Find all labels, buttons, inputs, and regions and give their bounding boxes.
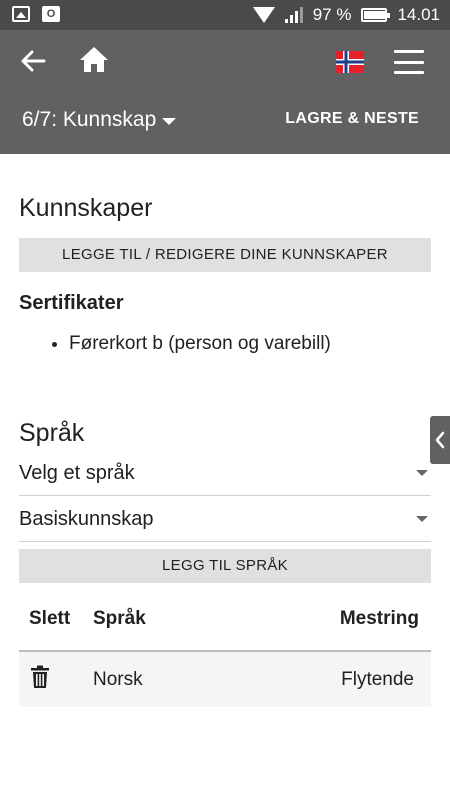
outlook-notification-icon: O	[42, 6, 60, 22]
side-panel-toggle[interactable]	[430, 416, 450, 464]
back-arrow-icon[interactable]	[18, 46, 48, 76]
edit-skills-button[interactable]: LEGGE TIL / REDIGERE DINE KUNNSKAPER	[19, 238, 431, 272]
table-row: Norsk Flytende	[19, 651, 431, 707]
main-content: Kunnskaper LEGGE TIL / REDIGERE DINE KUN…	[19, 154, 431, 707]
level-select-value: Basiskunnskap	[19, 508, 154, 530]
language-select-value: Velg et språk	[19, 462, 135, 484]
add-language-button[interactable]: LEGG TIL SPRÅK	[19, 549, 431, 583]
save-next-button[interactable]: LAGRE & NESTE	[285, 110, 419, 128]
delete-cell	[19, 651, 93, 707]
home-icon[interactable]	[78, 44, 110, 76]
table-header-row: Slett Språk Mestring	[19, 587, 431, 652]
language-select[interactable]: Velg et språk	[19, 450, 431, 496]
status-bar: O 97 % 14.01	[0, 0, 450, 30]
languages-heading: Språk	[19, 419, 85, 447]
certificate-item: Førerkort b (person og varebill)	[69, 333, 431, 355]
certificates-heading: Sertifikater	[19, 292, 124, 314]
app-bar: 6/7: Kunnskap LAGRE & NESTE	[0, 30, 450, 154]
level-select[interactable]: Basiskunnskap	[19, 496, 431, 542]
column-header-delete: Slett	[19, 587, 93, 652]
language-cell: Norsk	[93, 651, 217, 707]
dropdown-arrow-icon	[416, 516, 428, 522]
wifi-icon	[252, 7, 275, 23]
level-cell: Flytende	[216, 651, 431, 707]
step-label: 6/7: Kunnskap	[22, 108, 157, 131]
column-header-language: Språk	[93, 587, 217, 652]
battery-percent: 97 %	[312, 5, 352, 24]
step-dropdown[interactable]: 6/7: Kunnskap	[22, 108, 177, 132]
column-header-level: Mestring	[216, 587, 431, 652]
certificates-list: Førerkort b (person og varebill)	[19, 333, 431, 355]
norway-flag-icon[interactable]	[336, 51, 364, 73]
chevron-left-icon	[435, 431, 445, 449]
trash-icon[interactable]	[30, 665, 50, 694]
battery-icon	[361, 8, 391, 22]
languages-table: Slett Språk Mestring Norsk Flytende	[19, 587, 431, 707]
skills-heading: Kunnskaper	[19, 194, 153, 222]
signal-icon	[284, 7, 303, 23]
status-time: 14.01	[397, 5, 440, 24]
hamburger-menu-icon[interactable]	[394, 50, 424, 74]
gallery-notification-icon	[12, 6, 30, 22]
caret-down-icon	[162, 118, 177, 125]
dropdown-arrow-icon	[416, 470, 428, 476]
